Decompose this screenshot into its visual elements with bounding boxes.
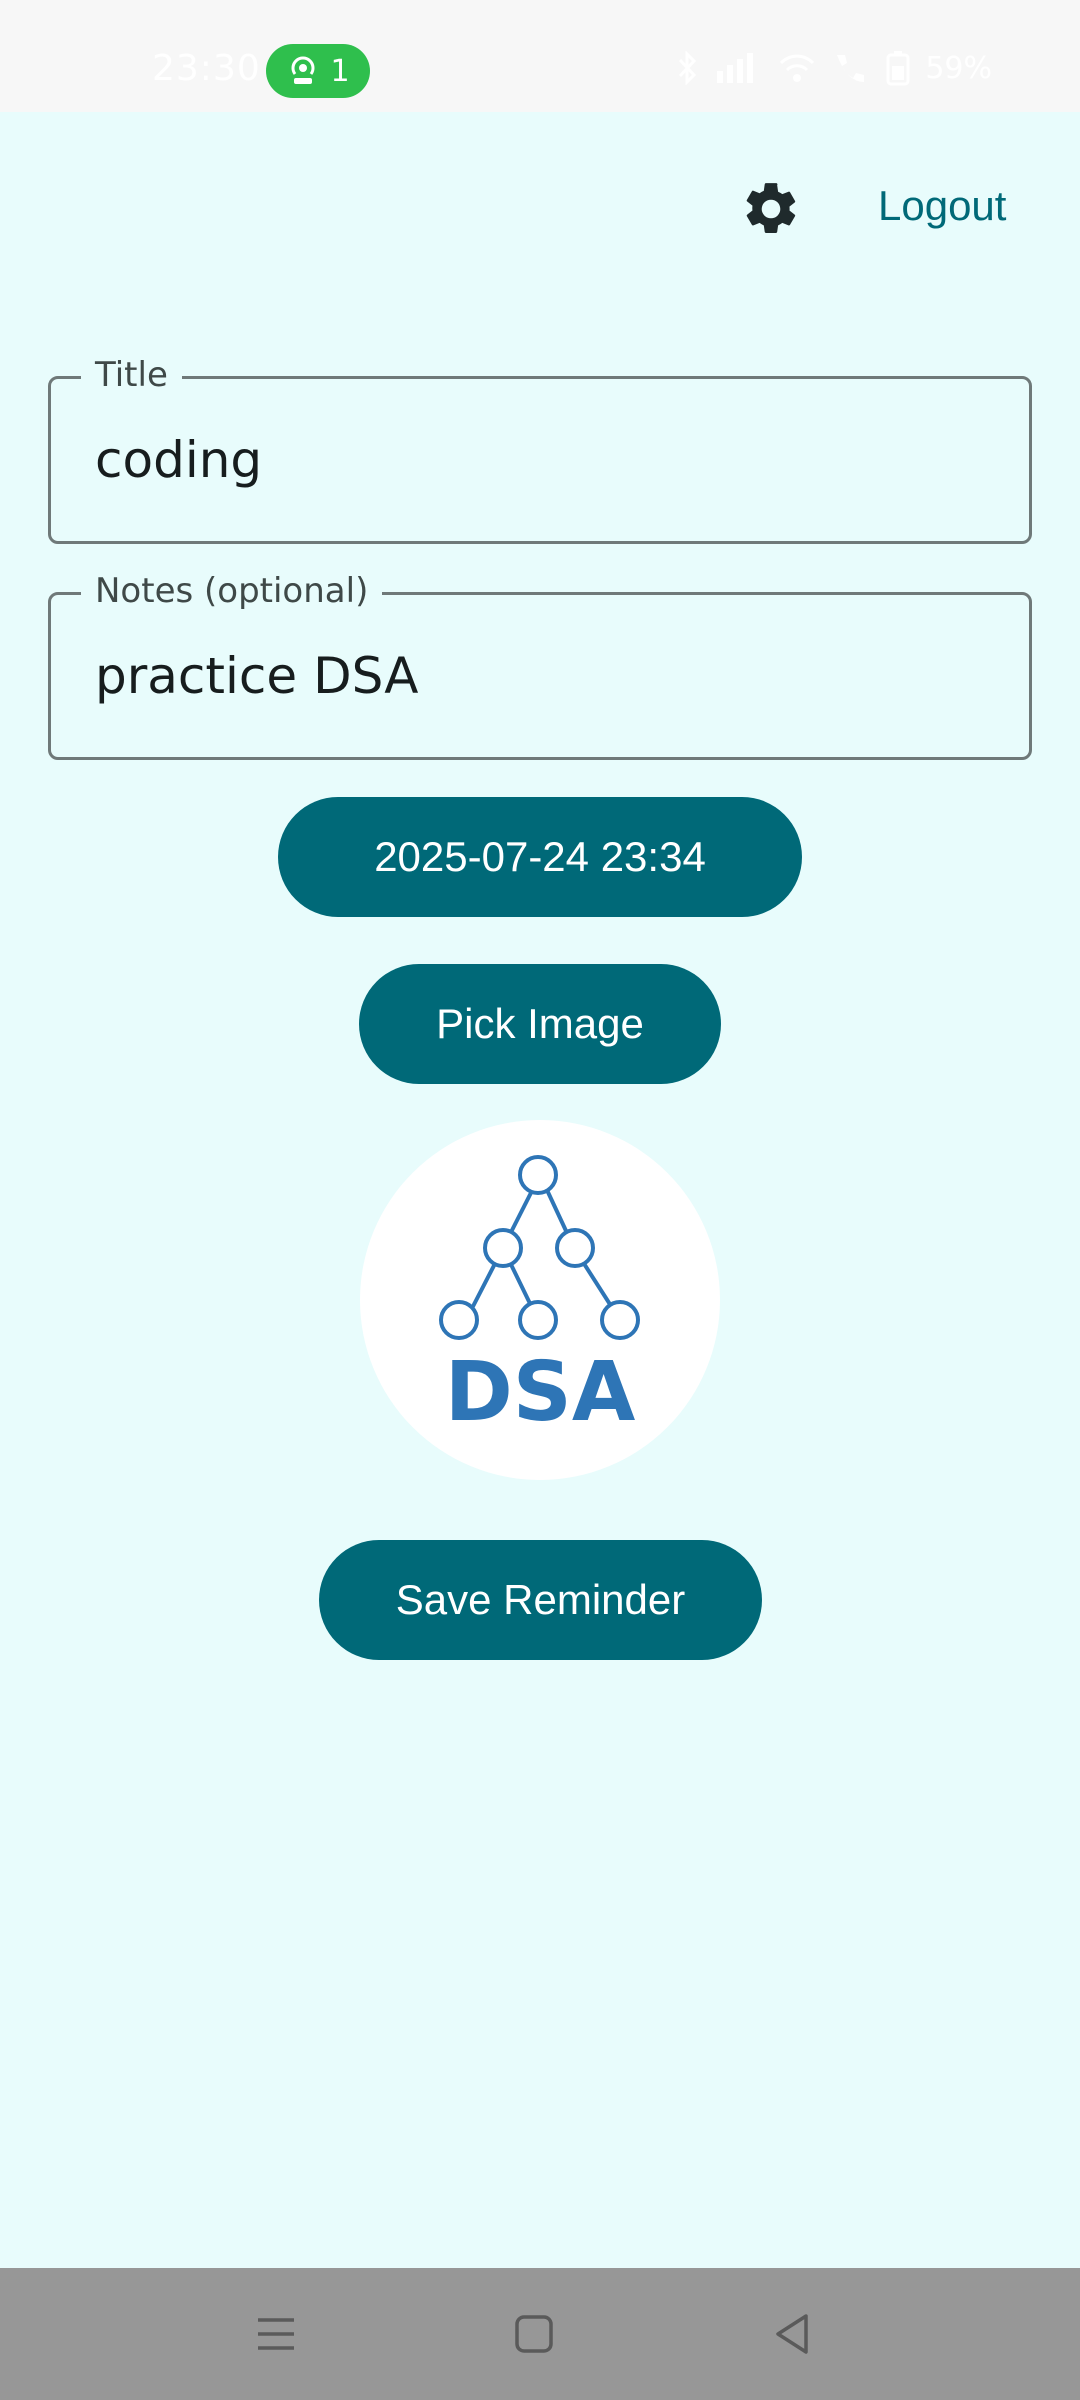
home-icon[interactable] <box>508 2308 560 2360</box>
status-icons: 59% <box>677 50 992 86</box>
battery-icon <box>886 51 910 86</box>
dsa-logo-text: DSA <box>445 1345 636 1440</box>
datetime-picker-button[interactable]: 2025-07-24 23:34 <box>278 797 802 917</box>
wifi-icon <box>780 54 815 82</box>
call-icon <box>837 55 865 82</box>
pick-image-button[interactable]: Pick Image <box>359 964 721 1084</box>
status-time: 23:30 <box>152 48 261 89</box>
back-icon[interactable] <box>766 2308 818 2360</box>
signal-icon <box>717 53 754 83</box>
dsa-tree-logo: DSA <box>439 1155 640 1440</box>
title-field[interactable]: Title coding <box>48 355 1032 544</box>
image-preview: DSA <box>360 1120 720 1480</box>
gear-icon[interactable] <box>740 178 802 240</box>
reminder-screen: 23:30 1 59% Logout Title coding Notes (o… <box>0 0 1080 2400</box>
logout-button[interactable]: Logout <box>878 182 1006 230</box>
notes-field-value[interactable]: practice DSA <box>95 647 418 705</box>
notes-field-label: Notes (optional) <box>81 571 383 611</box>
title-field-label: Title <box>81 355 182 395</box>
hotspot-icon <box>292 56 315 84</box>
hotspot-badge: 1 <box>266 44 370 98</box>
navigation-bar <box>0 2268 1080 2400</box>
menu-icon[interactable] <box>250 2308 302 2360</box>
save-reminder-button[interactable]: Save Reminder <box>319 1540 762 1660</box>
battery-level: 59% <box>925 50 992 86</box>
hotspot-count: 1 <box>330 53 350 89</box>
bluetooth-icon <box>679 51 697 85</box>
title-field-value[interactable]: coding <box>95 431 262 489</box>
notes-field[interactable]: Notes (optional) practice DSA <box>48 571 1032 760</box>
status-bar: 23:30 1 59% <box>0 0 1080 112</box>
